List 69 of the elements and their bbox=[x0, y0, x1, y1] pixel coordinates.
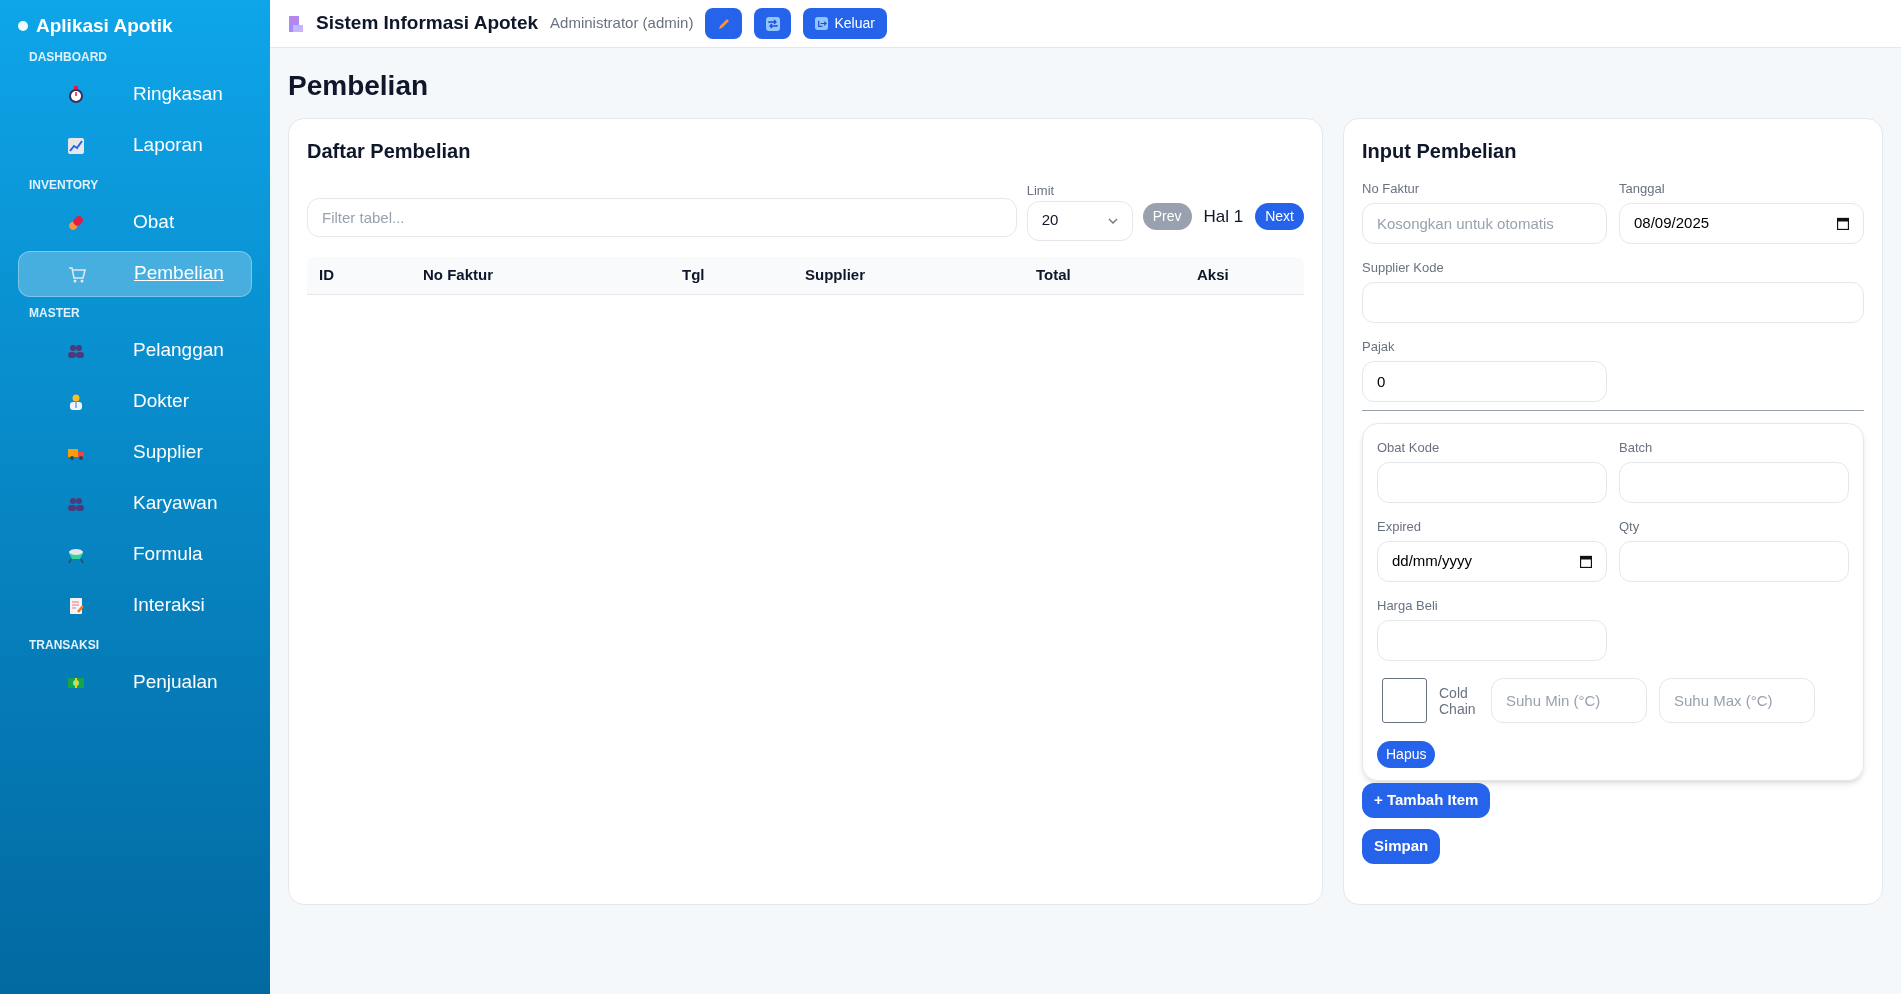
checkbox-label: Cold Chain bbox=[1439, 684, 1477, 717]
exit-icon bbox=[815, 17, 829, 30]
nav-item[interactable]: Interaksi bbox=[18, 582, 252, 629]
nav-section-label: MASTER bbox=[28, 304, 81, 322]
nav-item[interactable]: Pembelian bbox=[18, 250, 252, 297]
nav-item[interactable]: Penjualan bbox=[18, 659, 252, 706]
input-field[interactable] bbox=[1362, 282, 1864, 323]
card-title: Input Pembelian bbox=[1362, 139, 1518, 164]
logout-button[interactable]: Keluar bbox=[803, 8, 887, 39]
input-field[interactable] bbox=[1377, 462, 1607, 503]
column-header: No Faktur bbox=[422, 264, 494, 285]
field-label: Tanggal bbox=[1619, 180, 1666, 197]
field-label: Supplier Kode bbox=[1362, 259, 1445, 276]
input-field[interactable] bbox=[1619, 541, 1849, 582]
add-item-button[interactable]: + Tambah Item bbox=[1362, 783, 1491, 818]
next-button[interactable]: Next bbox=[1255, 203, 1304, 230]
nav-item[interactable]: Laporan bbox=[18, 122, 252, 169]
filter-field[interactable]: Filter tabel... bbox=[307, 197, 1017, 237]
page-indicator: Hal 1 bbox=[1203, 205, 1244, 228]
remove-button[interactable]: Hapus bbox=[1377, 741, 1436, 768]
app-title: Sistem Informasi Apotek bbox=[316, 11, 539, 36]
field-label: Batch bbox=[1619, 439, 1654, 456]
building-icon bbox=[288, 14, 304, 33]
checkbox[interactable] bbox=[1382, 678, 1427, 723]
column-header: Tgl bbox=[681, 264, 706, 285]
nav-section-label: INVENTORY bbox=[28, 176, 100, 194]
field-label: Expired bbox=[1377, 518, 1423, 535]
nav-item[interactable]: Formula bbox=[18, 531, 252, 578]
column-header: Supplier bbox=[804, 264, 866, 285]
nav-item[interactable]: Pelanggan bbox=[18, 327, 252, 374]
chevron-down-icon bbox=[1107, 217, 1118, 224]
pencil-icon bbox=[716, 16, 731, 31]
repeat-icon bbox=[765, 16, 780, 31]
date-field[interactable]: 08/09/2025 bbox=[1619, 203, 1864, 244]
nav-section-label: DASHBOARD bbox=[28, 48, 108, 66]
nav-item[interactable]: Ringkasan bbox=[18, 71, 252, 118]
dot-icon bbox=[18, 21, 28, 32]
field-label: Harga Beli bbox=[1377, 597, 1439, 614]
nav-item[interactable]: Supplier bbox=[18, 429, 252, 476]
column-header: Total bbox=[1035, 264, 1072, 285]
input-field[interactable]: Suhu Max (°C) bbox=[1659, 678, 1815, 723]
nav-item[interactable]: Dokter bbox=[18, 378, 252, 425]
input-field[interactable]: 0 bbox=[1362, 361, 1607, 402]
page-title: Pembelian bbox=[288, 69, 430, 103]
calendar-icon bbox=[1580, 555, 1592, 568]
date-field[interactable]: dd/mm/yyyy bbox=[1377, 541, 1607, 582]
nav-item[interactable]: Obat bbox=[18, 199, 252, 246]
input-field[interactable]: Kosongkan untuk otomatis bbox=[1362, 203, 1607, 244]
input-field[interactable] bbox=[1619, 462, 1849, 503]
column-header: ID bbox=[318, 264, 335, 285]
calendar-icon bbox=[1837, 217, 1849, 230]
app-brand: Aplikasi Apotik bbox=[36, 14, 173, 38]
field-label: Pajak bbox=[1362, 338, 1396, 355]
field-label: Qty bbox=[1619, 518, 1641, 535]
input-field[interactable] bbox=[1377, 620, 1607, 661]
limit-select[interactable]: 20 bbox=[1026, 200, 1133, 241]
field-label: No Faktur bbox=[1362, 180, 1421, 197]
nav-section-label: TRANSAKSI bbox=[28, 636, 100, 654]
refresh-button[interactable] bbox=[754, 8, 792, 39]
column-header: Aksi bbox=[1196, 264, 1230, 285]
field-label: Obat Kode bbox=[1377, 439, 1441, 456]
nav-item[interactable]: Karyawan bbox=[18, 480, 252, 527]
chart-icon bbox=[65, 135, 86, 156]
save-button[interactable]: Simpan bbox=[1362, 829, 1441, 864]
limit-label: Limit bbox=[1026, 182, 1056, 200]
user-label: Administrator (admin) bbox=[550, 13, 694, 34]
card-title: Daftar Pembelian bbox=[307, 139, 472, 164]
input-field[interactable]: Suhu Min (°C) bbox=[1491, 678, 1647, 723]
edit-button[interactable] bbox=[705, 8, 743, 39]
